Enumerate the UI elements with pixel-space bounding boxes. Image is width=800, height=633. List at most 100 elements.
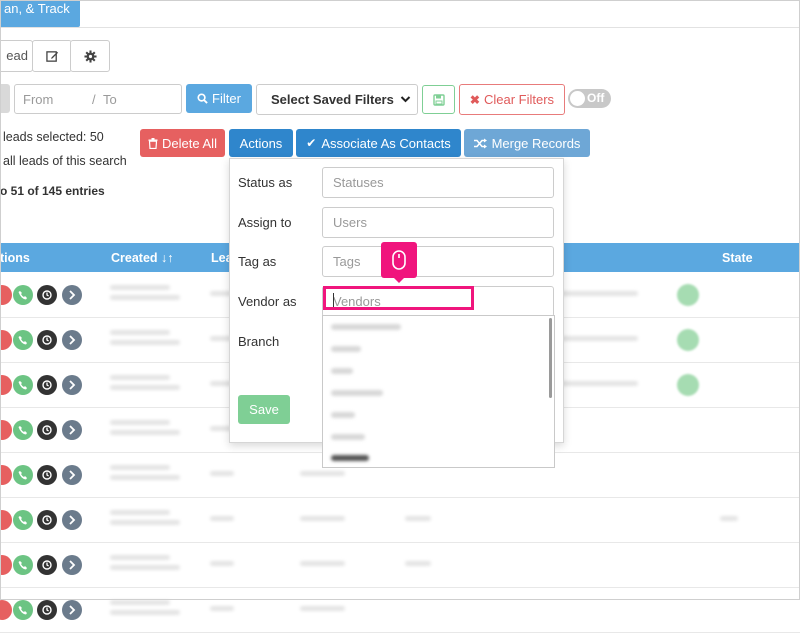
blurred-cell xyxy=(720,516,738,521)
chevron-right-icon[interactable] xyxy=(62,510,82,530)
clear-filters-label: Clear Filters xyxy=(483,92,555,107)
phone-icon[interactable] xyxy=(13,420,33,440)
chevron-right-icon[interactable] xyxy=(62,600,82,620)
blurred-cell xyxy=(110,610,180,615)
list-scrollbar[interactable] xyxy=(549,318,552,398)
trash-icon xyxy=(148,137,158,149)
list-item[interactable] xyxy=(331,324,401,330)
delete-row-icon[interactable] xyxy=(0,555,12,575)
chevron-right-icon[interactable] xyxy=(62,555,82,575)
phone-icon[interactable] xyxy=(13,510,33,530)
list-item[interactable] xyxy=(331,455,369,461)
tag-placeholder: Tags xyxy=(333,254,361,269)
status-input[interactable]: Statuses xyxy=(322,167,554,198)
sort-icon: ↓↑ xyxy=(161,251,174,265)
top-divider xyxy=(0,27,800,28)
history-icon[interactable] xyxy=(37,375,57,395)
table-row[interactable] xyxy=(0,498,800,543)
phone-icon[interactable] xyxy=(13,375,33,395)
blurred-cell xyxy=(110,385,180,390)
blurred-cell xyxy=(560,291,638,296)
delete-row-icon[interactable] xyxy=(0,465,12,485)
save-filter-button[interactable] xyxy=(422,85,455,114)
phone-icon[interactable] xyxy=(13,285,33,305)
floppy-icon xyxy=(432,93,445,106)
history-icon[interactable] xyxy=(37,330,57,350)
history-icon[interactable] xyxy=(37,600,57,620)
filter-button[interactable]: Filter xyxy=(186,84,252,113)
blurred-cell xyxy=(405,561,431,566)
list-item[interactable] xyxy=(331,346,361,352)
list-item[interactable] xyxy=(331,368,353,374)
list-item[interactable] xyxy=(331,412,355,418)
add-lead-button[interactable]: ead xyxy=(0,40,33,72)
header-created-label: Created xyxy=(111,251,158,265)
chevron-right-icon[interactable] xyxy=(62,375,82,395)
phone-icon[interactable] xyxy=(13,555,33,575)
from-date-placeholder: From xyxy=(23,92,54,107)
panel-save-button[interactable]: Save xyxy=(238,395,290,424)
associate-contacts-button[interactable]: ✔ Associate As Contacts xyxy=(296,129,461,157)
list-item[interactable] xyxy=(331,390,383,396)
delete-row-icon[interactable] xyxy=(0,510,12,530)
delete-row-icon[interactable] xyxy=(0,330,12,350)
toggle-label: Off xyxy=(587,91,605,105)
blurred-cell xyxy=(560,336,638,341)
blurred-cell xyxy=(110,420,170,425)
blurred-cell xyxy=(300,606,345,611)
tag-label: Tag as xyxy=(238,254,277,269)
delete-row-icon[interactable] xyxy=(0,285,12,305)
status-placeholder: Statuses xyxy=(333,175,384,190)
history-icon[interactable] xyxy=(37,465,57,485)
vendor-options-list[interactable] xyxy=(322,315,555,468)
history-icon[interactable] xyxy=(37,285,57,305)
blurred-cell xyxy=(110,330,170,335)
tag-input[interactable]: Tags xyxy=(322,246,554,277)
phone-icon[interactable] xyxy=(13,600,33,620)
history-icon[interactable] xyxy=(37,420,57,440)
header-created[interactable]: Created ↓↑ xyxy=(111,251,174,265)
date-range-input[interactable]: From / To xyxy=(14,84,182,114)
assign-input[interactable]: Users xyxy=(322,207,554,238)
settings-button[interactable] xyxy=(70,40,110,72)
blurred-cell xyxy=(300,516,345,521)
add-lead-label: ead xyxy=(6,48,28,63)
leads-selected-text: leads selected: 50 xyxy=(3,130,104,144)
delete-row-icon[interactable] xyxy=(0,600,12,620)
chevron-right-icon[interactable] xyxy=(62,420,82,440)
date-separator: / xyxy=(92,92,96,107)
click-indicator xyxy=(381,242,417,278)
state-indicator xyxy=(677,329,699,351)
delete-all-button[interactable]: Delete All xyxy=(140,129,225,157)
chevron-right-icon[interactable] xyxy=(62,330,82,350)
actions-button[interactable]: Actions xyxy=(229,129,293,157)
delete-row-icon[interactable] xyxy=(0,375,12,395)
table-row[interactable] xyxy=(0,588,800,633)
delete-row-icon[interactable] xyxy=(0,420,12,440)
assign-label: Assign to xyxy=(238,215,292,230)
list-item[interactable] xyxy=(331,434,365,440)
saved-filters-label: Select Saved Filters xyxy=(271,92,394,107)
toggle-knob xyxy=(570,91,585,106)
phone-icon[interactable] xyxy=(13,465,33,485)
blurred-cell xyxy=(110,475,180,480)
table-row[interactable] xyxy=(0,543,800,588)
blurred-cell xyxy=(560,381,638,386)
clear-filters-button[interactable]: ✖ Clear Filters xyxy=(459,84,565,115)
state-indicator xyxy=(677,374,699,396)
shuffle-icon xyxy=(473,138,487,148)
filter-toggle[interactable]: Off xyxy=(568,89,611,108)
saved-filters-select[interactable]: Select Saved Filters xyxy=(256,84,418,115)
chevron-right-icon[interactable] xyxy=(62,465,82,485)
top-tab[interactable]: an, & Track xyxy=(0,0,80,27)
phone-icon[interactable] xyxy=(13,330,33,350)
text-caret xyxy=(333,293,334,307)
blurred-cell xyxy=(110,295,180,300)
merge-records-button[interactable]: Merge Records xyxy=(464,129,590,157)
select-all-link[interactable]: all leads of this search xyxy=(3,154,127,168)
blurred-cell xyxy=(110,430,180,435)
chevron-right-icon[interactable] xyxy=(62,285,82,305)
history-icon[interactable] xyxy=(37,555,57,575)
edit-button[interactable] xyxy=(32,40,72,72)
history-icon[interactable] xyxy=(37,510,57,530)
